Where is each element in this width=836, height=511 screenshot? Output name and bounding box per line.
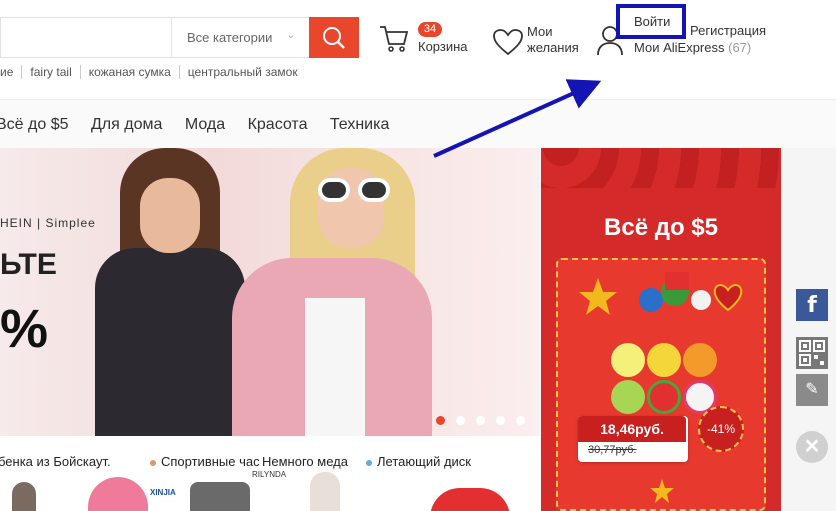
cart-icon: [380, 26, 409, 52]
brand-logo: XINJIA: [150, 488, 176, 497]
qr-code-button[interactable]: [796, 337, 828, 369]
recommended-item-label: Немного меда: [262, 454, 348, 469]
banner-model-image: [305, 298, 365, 436]
product-image[interactable]: [310, 472, 340, 511]
cart-count-badge: 34: [418, 22, 442, 37]
account-area: Войти Регистрация Мои AliExpress (67): [596, 4, 796, 60]
wishlist-label-line1: Мои: [527, 24, 553, 39]
category-select-label: Все категории: [187, 30, 273, 45]
promo-decoration: [541, 148, 781, 188]
search-icon: [323, 27, 345, 49]
fruit-image: [647, 380, 681, 414]
nav-item-home[interactable]: Для дома: [91, 116, 162, 133]
hot-search-link[interactable]: ие: [0, 65, 21, 79]
chevron-down-icon: ⌄: [286, 30, 295, 41]
recommended-item[interactable]: бенка из Бойскаут.: [0, 454, 111, 469]
recommended-item-label: Спортивные час: [161, 454, 260, 469]
nav-item-under-5[interactable]: Всё до $5: [0, 116, 69, 133]
heart-icon: [493, 29, 523, 56]
recommended-item-label: Летающий диск: [377, 454, 471, 469]
price-tag: 18,46руб. 30,77руб.: [578, 416, 688, 462]
my-aliexpress-label: Мои AliExpress: [634, 40, 725, 55]
price-old: 30,77руб.: [588, 444, 637, 456]
carousel-dot[interactable]: [516, 416, 525, 425]
banner-model-image: [95, 248, 245, 436]
price-new: 18,46руб.: [578, 416, 686, 442]
my-aliexpress-link[interactable]: Мои AliExpress (67): [634, 40, 751, 55]
banner-percent: %: [0, 299, 49, 359]
close-button[interactable]: ✕: [796, 431, 828, 463]
promo-banner[interactable]: Всё до $5 18,46руб. 30,77руб. -41%: [541, 148, 781, 511]
search-button[interactable]: [309, 17, 359, 58]
fruit-image: [611, 380, 645, 414]
carousel-dot[interactable]: [476, 416, 485, 425]
product-image[interactable]: [12, 482, 36, 511]
nav-item-beauty[interactable]: Красота: [248, 116, 308, 133]
pencil-icon: ✎: [805, 381, 819, 398]
banner-headline: ЬТЕ: [0, 248, 57, 281]
register-link[interactable]: Регистрация: [690, 23, 766, 38]
search-input[interactable]: [1, 18, 171, 57]
hero-banner[interactable]: HEIN | Simplee ЬТЕ %: [0, 148, 540, 436]
christmas-decoration-icon: [573, 270, 753, 330]
nav-item-fashion[interactable]: Мода: [185, 116, 225, 133]
hot-search-link[interactable]: центральный замок: [178, 65, 306, 79]
product-image[interactable]: [190, 482, 250, 511]
search-box: Все категории ⌄: [0, 17, 310, 58]
fruit-image: [611, 343, 645, 377]
recommended-item[interactable]: Летающий диск: [366, 454, 471, 469]
fruit-image: [647, 343, 681, 377]
header: Все категории ⌄ 34 Корзина Мои желания В…: [0, 0, 836, 100]
carousel-dot[interactable]: [436, 416, 445, 425]
category-nav: Всё до $5 Для дома Мода Красота Техника: [0, 100, 836, 148]
hot-search-link[interactable]: кожаная сумка: [79, 65, 179, 79]
carousel-dot[interactable]: [456, 416, 465, 425]
cart-label: Корзина: [418, 39, 468, 54]
close-icon: ✕: [803, 436, 821, 458]
nav-item-electronics[interactable]: Техника: [330, 116, 389, 133]
hot-search-link[interactable]: fairy tail: [21, 65, 79, 79]
category-select[interactable]: Все категории ⌄: [171, 18, 309, 57]
hot-searches: ие fairy tail кожаная сумка центральный зам…: [0, 65, 306, 81]
star-icon: [649, 478, 675, 509]
recommended-item[interactable]: Немного меда: [262, 454, 348, 469]
recommended-item-label: бенка из Бойскаут.: [0, 454, 111, 469]
feedback-button[interactable]: ✎: [796, 374, 828, 406]
facebook-icon: f: [807, 293, 817, 318]
promo-card: [556, 258, 766, 511]
recommended-item[interactable]: Спортивные час: [150, 454, 260, 469]
discount-badge: -41%: [698, 406, 744, 452]
wishlist-link[interactable]: Мои желания: [490, 22, 590, 62]
bullet-dot: [150, 459, 156, 466]
cart-link[interactable]: 34 Корзина: [378, 22, 478, 62]
banner-brand: HEIN | Simplee: [0, 216, 96, 230]
promo-title: Всё до $5: [604, 214, 718, 241]
my-aliexpress-count: (67): [728, 40, 752, 55]
brand-logo: RILYNDA: [252, 470, 287, 479]
login-link[interactable]: Войти: [616, 4, 686, 39]
carousel-dot[interactable]: [496, 416, 505, 425]
banner-model-image: [140, 178, 200, 253]
sunglasses-image: [318, 178, 394, 202]
bullet-dot: [366, 459, 372, 466]
fruit-image: [683, 343, 717, 377]
wishlist-label-line2: желания: [527, 40, 579, 55]
qr-code-icon: [799, 340, 825, 366]
facebook-share-button[interactable]: f: [796, 289, 828, 321]
